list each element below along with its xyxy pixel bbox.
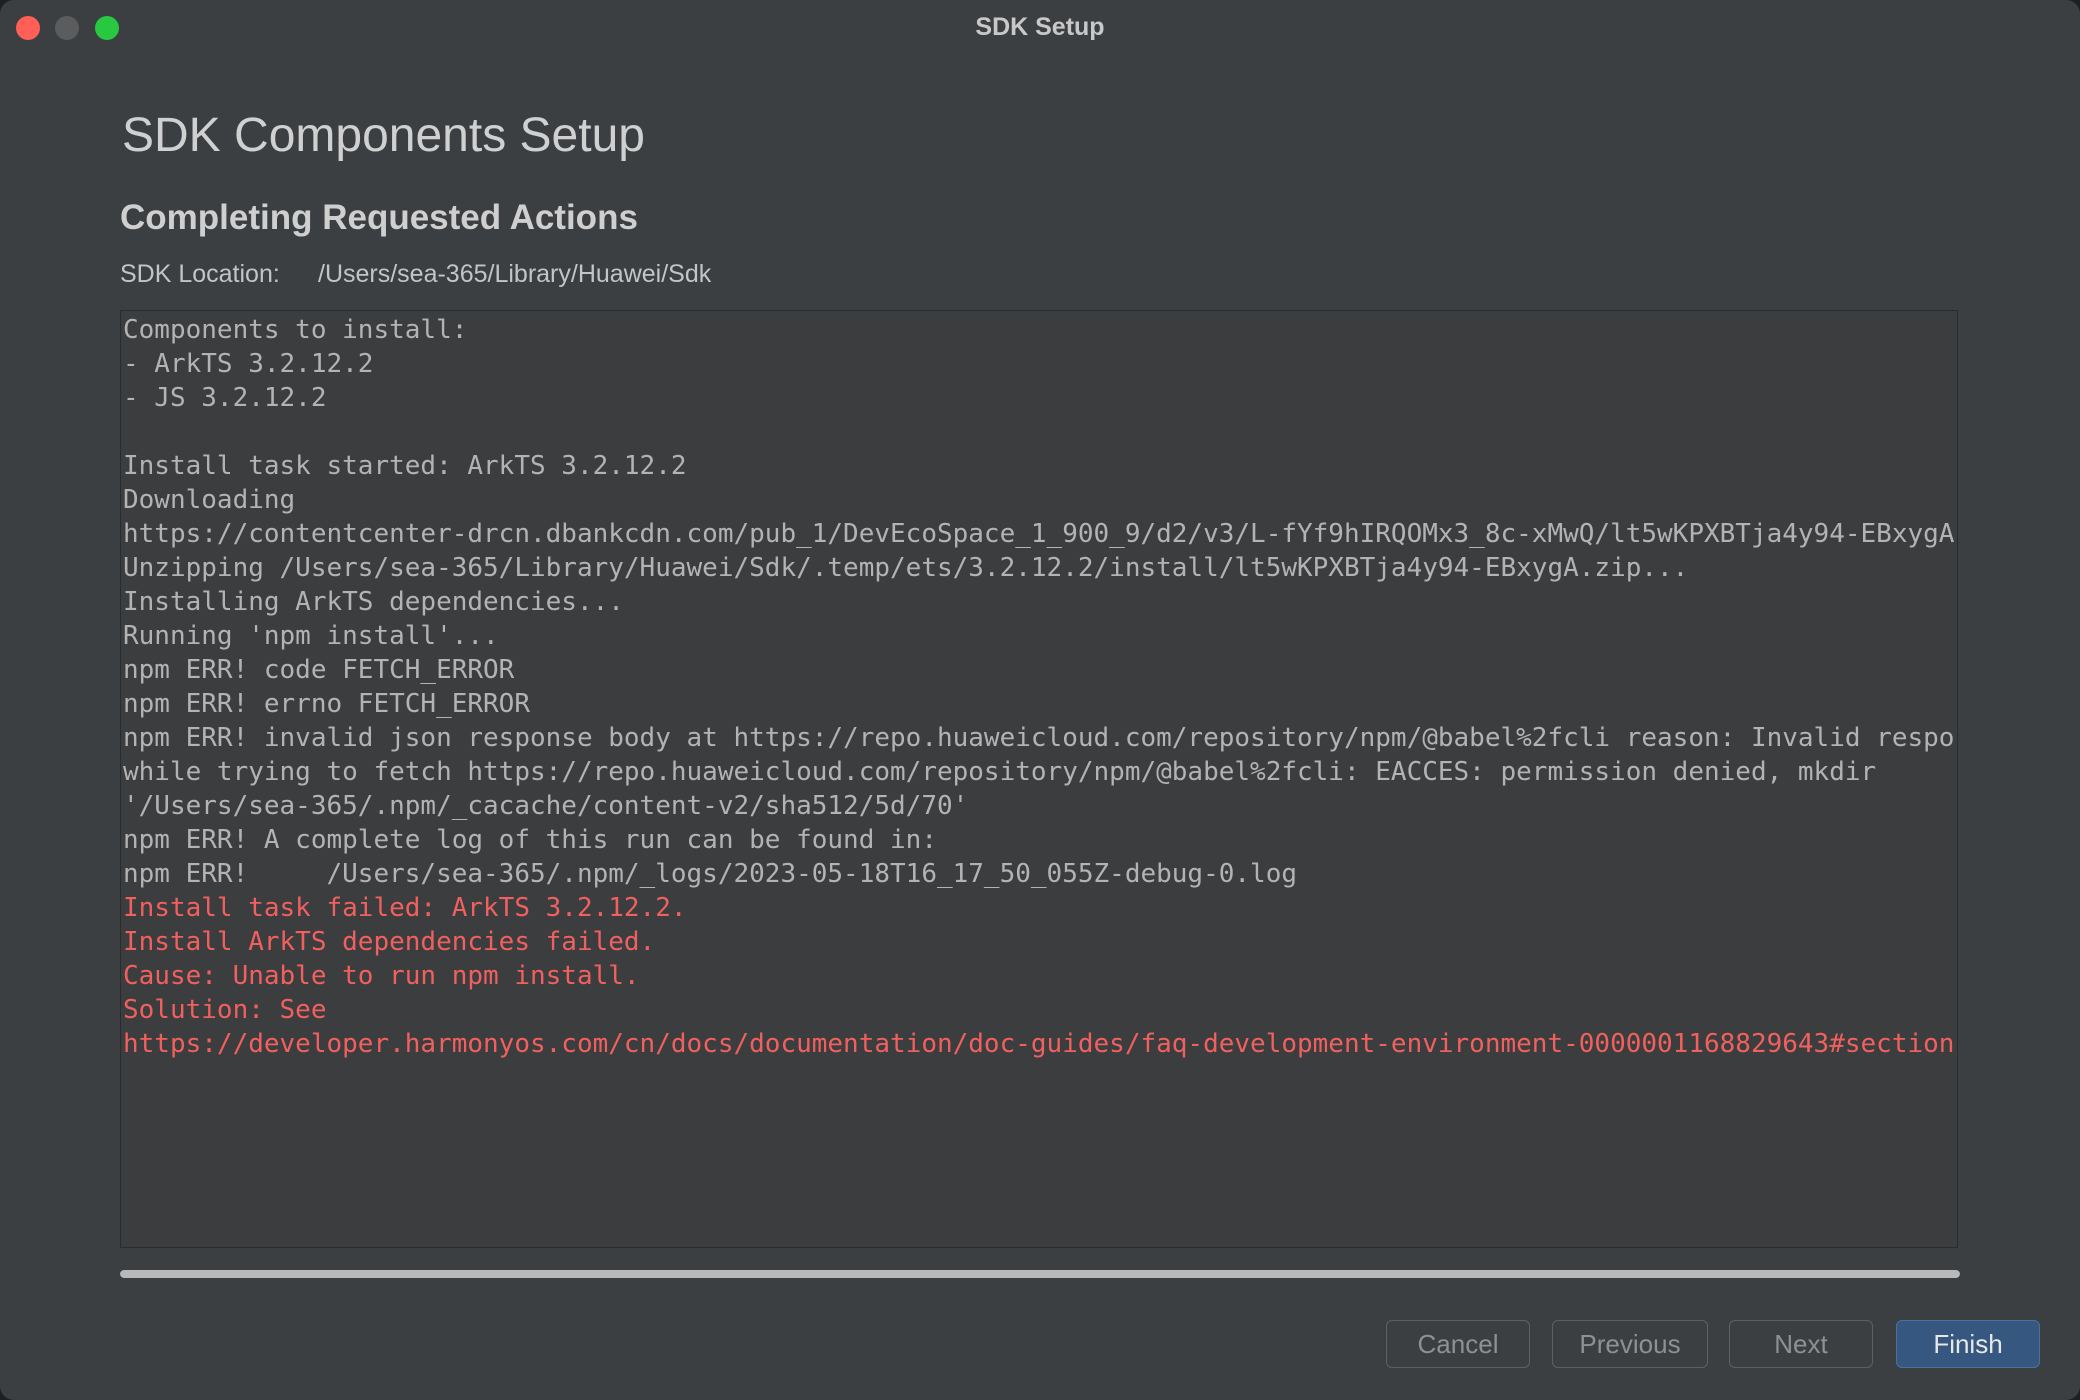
sdk-setup-window: SDK Setup SDK Components Setup Completin… [0,0,2080,1400]
next-button[interactable]: Next [1729,1320,1873,1368]
log-line-error: https://developer.harmonyos.com/cn/docs/… [123,1029,1958,1059]
log-line: Install task started: ArkTS 3.2.12.2 [123,451,687,481]
install-progress-fill [120,1270,1960,1278]
log-line: npm ERR! code FETCH_ERROR [123,655,515,685]
previous-button[interactable]: Previous [1552,1320,1708,1368]
log-line: Installing ArkTS dependencies... [123,587,624,617]
log-line: https://contentcenter-drcn.dbankcdn.com/… [123,519,1955,549]
install-log-lines: Components to install: - ArkTS 3.2.12.2 - … [123,313,1958,1061]
sdk-location-value: /Users/sea-365/Library/Huawei/Sdk [318,260,712,288]
finish-button[interactable]: Finish [1896,1320,2040,1368]
title-bar: SDK Setup [0,0,2080,54]
install-log-panel[interactable]: Components to install: - ArkTS 3.2.12.2 - … [120,310,1958,1248]
log-line-error: Cause: Unable to run npm install. [123,961,640,991]
log-line: npm ERR! errno FETCH_ERROR [123,689,530,719]
log-line: Downloading [123,485,296,515]
section-title: Completing Requested Actions [120,198,638,237]
log-line-error: Install ArkTS dependencies failed. [123,927,656,957]
log-line [123,415,1957,449]
install-progress-bar [120,1270,1960,1278]
log-line: Unzipping /Users/sea-365/Library/Huawei/… [123,553,1689,583]
log-line: npm ERR! /Users/sea-365/.npm/_logs/2023-… [123,859,1297,889]
log-line: '/Users/sea-365/.npm/_cacache/content-v2… [123,791,969,821]
log-line: - ArkTS 3.2.12.2 [123,349,374,379]
page-title: SDK Components Setup [122,109,645,162]
sdk-location-label: SDK Location: [120,260,280,288]
log-line: - JS 3.2.12.2 [123,383,327,413]
log-line: Components to install: [123,315,468,345]
cancel-button[interactable]: Cancel [1386,1320,1530,1368]
log-line: Running 'npm install'... [123,621,499,651]
window-title: SDK Setup [975,13,1105,41]
log-line: npm ERR! invalid json response body at h… [123,723,1958,753]
log-line: npm ERR! A complete log of this run can … [123,825,937,855]
log-line-error: Install task failed: ArkTS 3.2.12.2. [123,893,687,923]
log-line-error: Solution: See [123,995,327,1025]
log-line: while trying to fetch https://repo.huawe… [123,757,1877,787]
